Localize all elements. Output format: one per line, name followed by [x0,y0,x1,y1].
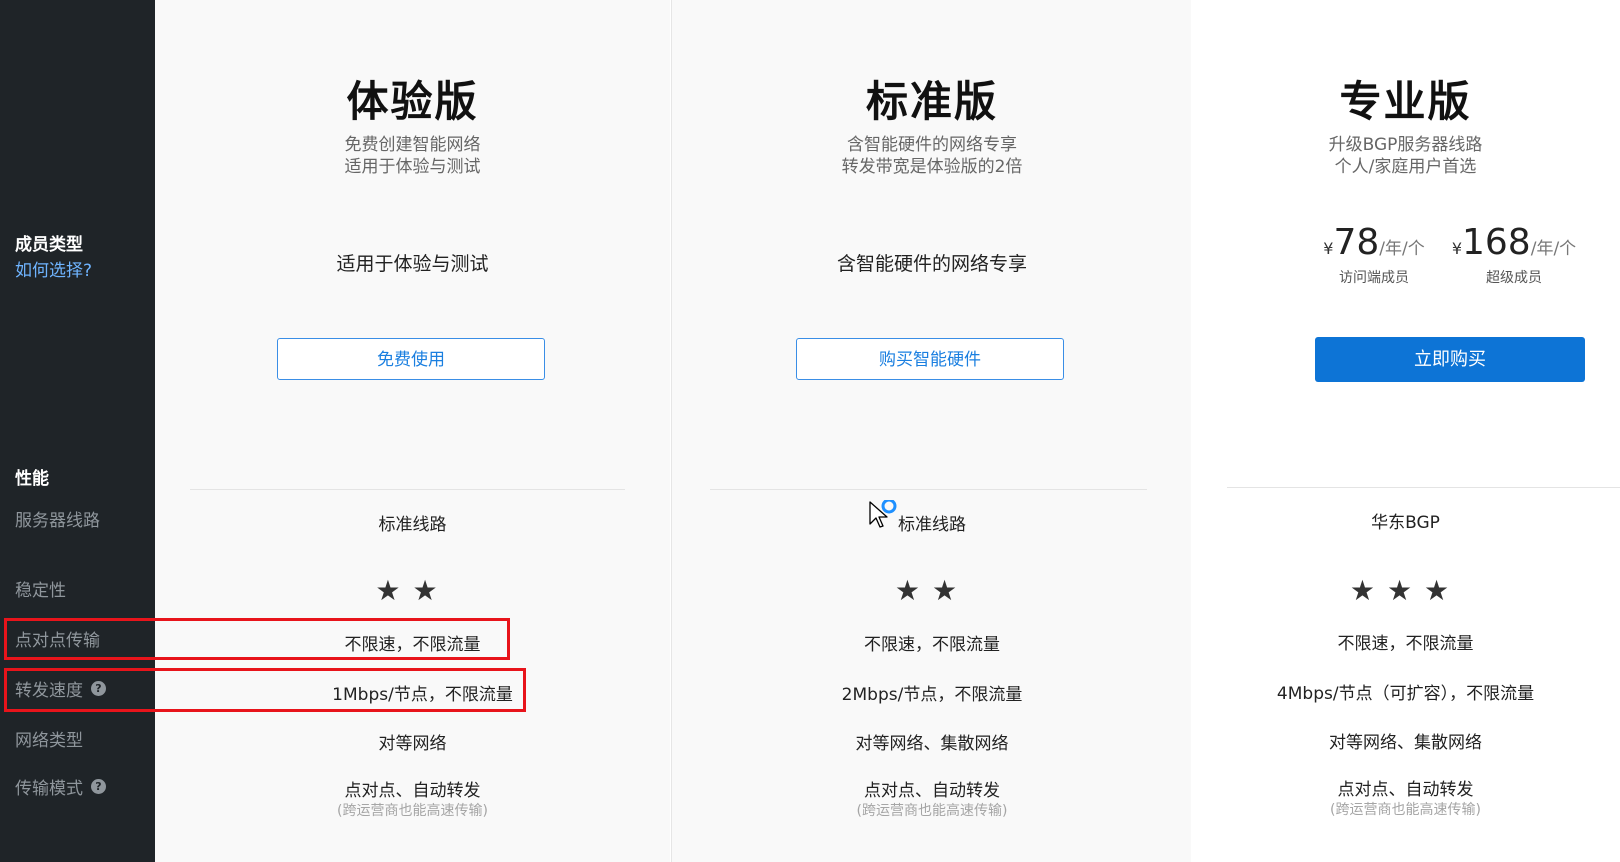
stability-stars: ★★★ [1349,574,1462,607]
stability-stars: ★★ [375,574,450,607]
plan-member-text: 适用于体验与测试 [336,253,489,275]
network-type-value: 对等网络、集散网络 [1329,733,1482,753]
sidebar-network-type: 网络类型 [15,731,83,751]
section-divider [190,489,625,490]
transfer-mode-value: 点对点、自动转发 [344,781,481,801]
sidebar-member-type: 成员类型 [15,235,83,255]
section-divider [710,489,1147,490]
free-use-button[interactable]: 免费使用 [277,338,545,380]
plan-title: 标准版 [865,77,998,126]
server-line-value: 华东BGP [1371,513,1440,533]
network-type-value: 对等网络、集散网络 [855,734,1009,754]
p2p-row-highlight [4,618,510,660]
help-icon[interactable]: ? [91,779,106,794]
stability-stars: ★★ [894,574,970,607]
busy-cursor-icon [869,500,897,528]
relay-speed-row-highlight [4,668,526,712]
price-unit: /年/个 [1379,239,1425,259]
buy-now-button[interactable]: 立即购买 [1315,337,1585,382]
price-amount: 168 [1462,222,1531,263]
transfer-mode-value: 点对点、自动转发 [1337,780,1474,800]
price-unit: /年/个 [1530,239,1577,259]
transfer-mode-note: (跨运营商也能高速传输) [856,803,1008,819]
sidebar-transfer-mode: 传输模式 ? [15,774,106,799]
price-label: 访问端成员 [1339,270,1409,286]
plan-subtitle-line2: 适用于体验与测试 [344,157,481,177]
buy-hardware-button[interactable]: 购买智能硬件 [796,338,1064,380]
p2p-value: 不限速，不限流量 [1337,634,1474,654]
transfer-mode-note: (跨运营商也能高速传输) [1330,802,1481,818]
plan-column-trial: 体验版 免费创建智能网络 适用于体验与测试 适用于体验与测试 免费使用 标准线路… [155,0,670,862]
sidebar-performance: 性能 [15,469,49,489]
relay-speed-value: 4Mbps/节点（可扩容），不限流量 [1276,684,1535,704]
sidebar-stability: 稳定性 [15,581,66,601]
price-line: ¥78/年/个 [1319,222,1429,263]
how-to-choose-link[interactable]: 如何选择? [15,256,92,281]
transfer-mode-note: (跨运营商也能高速传输) [337,803,488,819]
price-super-member: ¥168/年/个 超级成员 [1449,222,1579,287]
plan-subtitle-line2: 转发带宽是体验版的2倍 [841,157,1023,177]
server-line-value: 标准线路 [898,515,966,535]
sidebar-transfer-mode-label: 传输模式 [15,779,83,799]
price-label: 超级成员 [1486,270,1542,286]
plan-column-pro: 专业版 升级BGP服务器线路 个人/家庭用户首选 ¥78/年/个 访问端成员 ¥… [1191,0,1620,862]
transfer-mode-value: 点对点、自动转发 [864,781,1000,801]
price-visitor-member: ¥78/年/个 访问端成员 [1319,222,1429,287]
price-amount: 78 [1333,222,1380,263]
plan-title: 体验版 [346,77,479,126]
plan-column-standard: 标准版 含智能硬件的网络专享 转发带宽是体验版的2倍 含智能硬件的网络专享 购买… [671,0,1192,862]
plan-member-text: 含智能硬件的网络专享 [836,253,1027,275]
feature-sidebar: 成员类型 如何选择? 性能 服务器线路 稳定性 点对点传输 转发速度 ? 网络类… [0,0,155,862]
network-type-value: 对等网络 [378,734,447,754]
plan-title: 专业版 [1339,77,1472,126]
relay-speed-value: 2Mbps/节点，不限流量 [841,685,1023,705]
price-line: ¥168/年/个 [1449,222,1579,263]
plan-subtitle-line2: 个人/家庭用户首选 [1334,157,1477,177]
currency-symbol: ¥ [1451,239,1462,258]
currency-symbol: ¥ [1323,239,1334,258]
section-divider [1227,487,1620,488]
sidebar-server-line: 服务器线路 [15,511,100,531]
server-line-value: 标准线路 [378,515,447,535]
p2p-value: 不限速，不限流量 [864,635,1000,655]
